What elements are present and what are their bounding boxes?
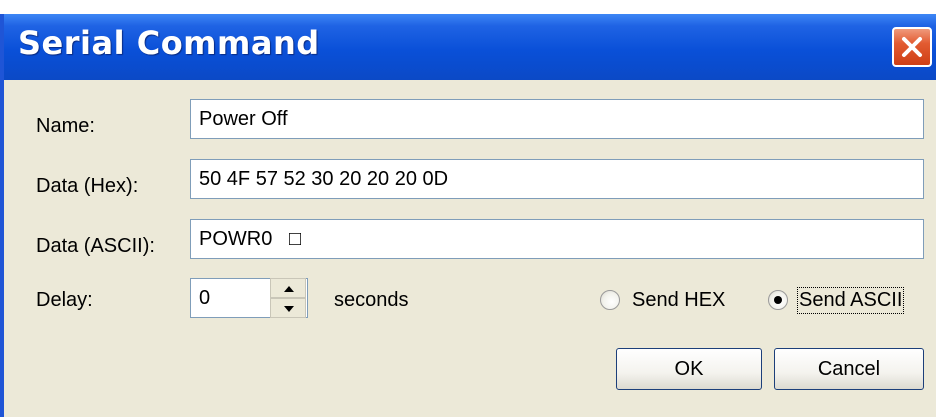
- name-input[interactable]: Power Off: [190, 99, 924, 139]
- ascii-data-label: Data (ASCII):: [36, 235, 155, 257]
- delay-unit-label: seconds: [334, 289, 409, 311]
- close-icon: [902, 37, 922, 57]
- send-hex-label[interactable]: Send HEX: [632, 289, 725, 312]
- delay-spinner: [270, 278, 306, 318]
- arrow-down-icon: [284, 306, 294, 312]
- send-hex-radio[interactable]: [600, 290, 620, 310]
- delay-increment-button[interactable]: [270, 278, 306, 298]
- title-bar[interactable]: Serial Command: [4, 14, 936, 80]
- window-title: Serial Command: [18, 24, 320, 62]
- ok-button[interactable]: OK: [616, 348, 762, 390]
- name-label: Name:: [36, 115, 95, 137]
- hex-data-label: Data (Hex):: [36, 175, 139, 197]
- send-ascii-label[interactable]: Send ASCII: [796, 287, 905, 314]
- close-button[interactable]: [892, 27, 932, 67]
- radio-selected-dot: [774, 296, 782, 304]
- delay-label: Delay:: [36, 289, 93, 311]
- arrow-up-icon: [284, 286, 294, 292]
- ascii-data-input[interactable]: POWR0 □: [190, 219, 924, 259]
- serial-command-dialog: Serial Command Name: Power Off Data (Hex…: [0, 14, 936, 417]
- send-ascii-radio[interactable]: [768, 290, 788, 310]
- hex-data-input[interactable]: 50 4F 57 52 30 20 20 20 0D: [190, 159, 924, 199]
- delay-decrement-button[interactable]: [270, 298, 306, 318]
- cancel-button[interactable]: Cancel: [774, 348, 924, 390]
